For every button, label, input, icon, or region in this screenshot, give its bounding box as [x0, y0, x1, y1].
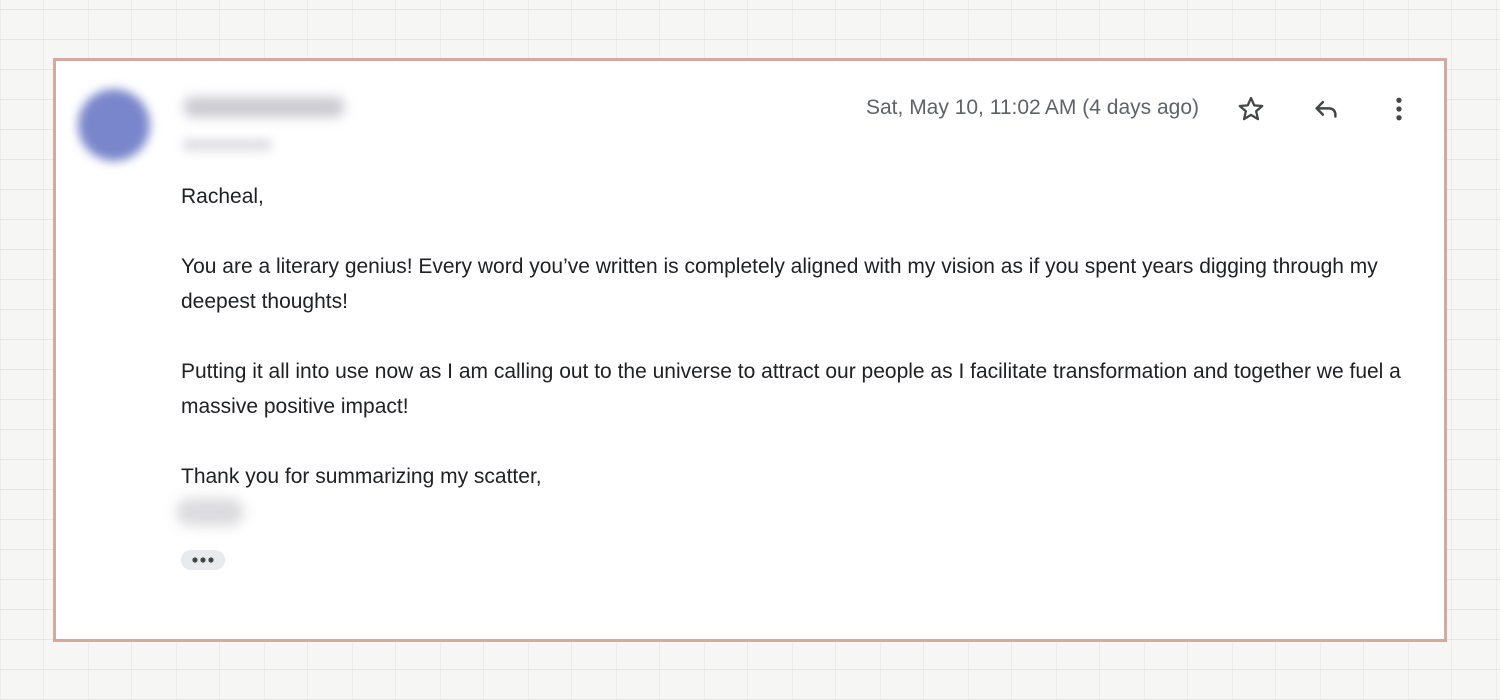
email-message-card: Sat, May 10, 11:02 AM (4 days ago) Rache… — [53, 58, 1447, 642]
email-greeting: Racheal, — [181, 185, 264, 208]
show-trimmed-content-button[interactable] — [181, 550, 225, 570]
email-paragraph: Putting it all into use now as I am call… — [181, 360, 1401, 418]
star-outline-icon — [1238, 96, 1264, 121]
email-paragraph: You are a literary genius! Every word yo… — [181, 255, 1378, 313]
email-closing: Thank you for summarizing my scatter, — [181, 465, 542, 488]
vertical-dots-icon — [1396, 97, 1402, 121]
star-button[interactable] — [1231, 89, 1271, 129]
more-options-button[interactable] — [1379, 89, 1419, 129]
signature-redacted — [176, 498, 244, 526]
email-body: Racheal, You are a literary genius! Ever… — [181, 179, 1416, 494]
sender-name-redacted — [184, 97, 344, 117]
reply-button[interactable] — [1306, 89, 1346, 129]
horizontal-dots-icon — [192, 557, 214, 563]
sender-avatar[interactable] — [78, 89, 150, 161]
email-timestamp: Sat, May 10, 11:02 AM (4 days ago) — [866, 96, 1199, 119]
sender-address-redacted — [182, 139, 272, 151]
reply-arrow-icon — [1315, 100, 1337, 118]
